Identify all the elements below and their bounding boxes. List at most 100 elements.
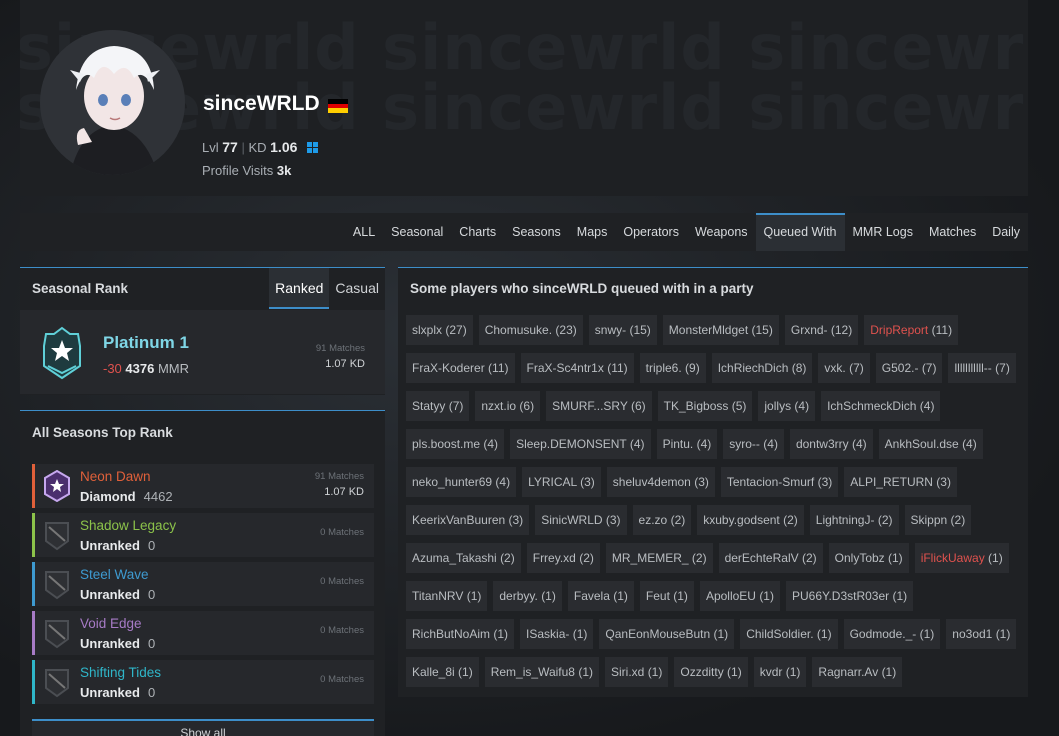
queue-count: (4) xyxy=(962,437,977,451)
player-chip[interactable]: TitanNRV (1) xyxy=(406,581,488,611)
season-stats: 0 Matches xyxy=(320,674,364,685)
player-chip[interactable]: jollys (4) xyxy=(758,391,816,421)
tab-seasonal[interactable]: Seasonal xyxy=(383,213,451,251)
season-row[interactable]: Void Edge Unranked 0 0 Matches xyxy=(32,611,374,655)
germany-flag-icon xyxy=(328,99,348,113)
player-chip[interactable]: Tentacion-Smurf (3) xyxy=(720,467,839,497)
player-chip[interactable]: ChildSoldier. (1) xyxy=(740,619,838,649)
player-chip[interactable]: RichButNoAim (1) xyxy=(406,619,515,649)
player-chip[interactable]: SMURF...SRY (6) xyxy=(546,391,652,421)
player-chip[interactable]: ApolloEU (1) xyxy=(699,581,780,611)
tab-ranked[interactable]: Ranked xyxy=(269,268,330,309)
tab-daily[interactable]: Daily xyxy=(984,213,1028,251)
player-chip[interactable]: Ozzditty (1) xyxy=(674,657,748,687)
current-mmr: -30 4376 MMR xyxy=(103,361,190,376)
player-chip[interactable]: ez.zo (2) xyxy=(632,505,692,535)
player-chip[interactable]: neko_hunter69 (4) xyxy=(406,467,517,497)
player-chip[interactable]: triple6. (9) xyxy=(639,353,706,383)
tab-mmr-logs[interactable]: MMR Logs xyxy=(845,213,921,251)
player-name: MR_MEMER_ xyxy=(611,551,689,565)
player-chip[interactable]: MonsterMldget (15) xyxy=(662,315,779,345)
player-chip[interactable]: IchRiechDich (8) xyxy=(711,353,813,383)
tab-seasons[interactable]: Seasons xyxy=(504,213,569,251)
player-chip[interactable]: lllllllllll-- (7) xyxy=(948,353,1016,383)
player-chip[interactable]: syro-- (4) xyxy=(723,429,784,459)
player-chip[interactable]: Sleep.DEMONSENT (4) xyxy=(510,429,651,459)
player-chip[interactable]: snwy- (15) xyxy=(588,315,657,345)
player-chip[interactable]: PU66Y.D3stR03er (1) xyxy=(785,581,914,611)
player-chip[interactable]: QanEonMouseButn (1) xyxy=(599,619,735,649)
player-name: ApolloEU xyxy=(705,589,756,603)
player-chip[interactable]: Pintu. (4) xyxy=(656,429,718,459)
player-chip[interactable]: MR_MEMER_ (2) xyxy=(605,543,713,573)
player-chip[interactable]: no3od1 (1) xyxy=(946,619,1017,649)
player-chip[interactable]: Grxnd- (12) xyxy=(784,315,859,345)
player-chip[interactable]: derEchteRalV (2) xyxy=(718,543,823,573)
player-name: no3od1 xyxy=(952,627,993,641)
player-name: Statyy xyxy=(412,399,446,413)
player-name: derEchteRalV xyxy=(724,551,799,565)
player-name: FraX-Sc4ntr1x xyxy=(526,361,604,375)
queue-count: (23) xyxy=(555,323,577,337)
player-chip[interactable]: derbyy. (1) xyxy=(493,581,562,611)
player-chip[interactable]: OnlyTobz (1) xyxy=(828,543,909,573)
player-chip[interactable]: sheluv4demon (3) xyxy=(606,467,715,497)
tab-queued-with[interactable]: Queued With xyxy=(755,213,845,251)
tab-casual[interactable]: Casual xyxy=(329,268,385,309)
player-chip[interactable]: KeerixVanBuuren (3) xyxy=(406,505,530,535)
player-chip[interactable]: Feut (1) xyxy=(639,581,694,611)
player-chip[interactable]: Godmode._- (1) xyxy=(843,619,941,649)
player-chip[interactable]: dontw3rry (4) xyxy=(789,429,873,459)
player-chip[interactable]: DripReport (11) xyxy=(864,315,959,345)
player-chip[interactable]: Favela (1) xyxy=(567,581,634,611)
tab-matches[interactable]: Matches xyxy=(921,213,984,251)
player-chip[interactable]: TK_Bigboss (5) xyxy=(657,391,753,421)
season-row[interactable]: Shadow Legacy Unranked 0 0 Matches xyxy=(32,513,374,557)
player-name: IchRiechDich xyxy=(717,361,789,375)
player-chip[interactable]: kvdr (1) xyxy=(753,657,807,687)
season-row[interactable]: Steel Wave Unranked 0 0 Matches xyxy=(32,562,374,606)
player-chip[interactable]: IchSchmeckDich (4) xyxy=(821,391,941,421)
season-stats: 91 Matches 1.07 KD xyxy=(314,471,364,498)
tab-operators[interactable]: Operators xyxy=(615,213,687,251)
avatar xyxy=(40,30,185,175)
player-chip[interactable]: Frrey.xd (2) xyxy=(526,543,600,573)
queue-count: (1) xyxy=(995,627,1011,641)
player-chip[interactable]: AnkhSoul.dse (4) xyxy=(878,429,983,459)
player-chip[interactable]: Skippn (2) xyxy=(904,505,972,535)
player-chip[interactable]: FraX-Sc4ntr1x (11) xyxy=(520,353,634,383)
player-chip[interactable]: G502.- (7) xyxy=(875,353,943,383)
player-chip[interactable]: Azuma_Takashi (2) xyxy=(406,543,521,573)
player-chip[interactable]: nzxt.io (6) xyxy=(475,391,541,421)
player-chip[interactable]: kxuby.godsent (2) xyxy=(697,505,804,535)
show-all-button[interactable]: Show all xyxy=(32,719,374,736)
player-chip[interactable]: Ragnarr.Av (1) xyxy=(812,657,903,687)
player-chip[interactable]: LYRICAL (3) xyxy=(522,467,601,497)
player-name: kxuby.godsent xyxy=(703,513,780,527)
tab-maps[interactable]: Maps xyxy=(569,213,616,251)
player-chip[interactable]: Statyy (7) xyxy=(406,391,470,421)
player-name: Ozzditty xyxy=(680,665,724,679)
panel-title: Seasonal Rank xyxy=(32,281,129,296)
season-row[interactable]: Shifting Tides Unranked 0 0 Matches xyxy=(32,660,374,704)
season-row[interactable]: Neon Dawn Diamond 4462 91 Matches 1.07 KD xyxy=(32,464,374,508)
player-chip[interactable]: iFlickUaway (1) xyxy=(914,543,1009,573)
tab-all[interactable]: ALL xyxy=(345,213,383,251)
player-chip[interactable]: vxk. (7) xyxy=(818,353,870,383)
player-chip[interactable]: Kalle_8i (1) xyxy=(406,657,479,687)
tab-charts[interactable]: Charts xyxy=(451,213,504,251)
player-chip[interactable]: Rem_is_Waifu8 (1) xyxy=(484,657,599,687)
player-chip[interactable]: Siri.xd (1) xyxy=(605,657,669,687)
queue-count: (1) xyxy=(816,627,832,641)
player-chip[interactable]: LightningJ- (2) xyxy=(809,505,899,535)
player-chip[interactable]: slxplx (27) xyxy=(406,315,473,345)
player-chip[interactable]: pls.boost.me (4) xyxy=(406,429,505,459)
tab-weapons[interactable]: Weapons xyxy=(687,213,756,251)
player-chip[interactable]: ISaskia- (1) xyxy=(520,619,594,649)
player-chip[interactable]: SinicWRLD (3) xyxy=(535,505,627,535)
player-chip[interactable]: Chomusuke. (23) xyxy=(478,315,583,345)
queue-count: (4) xyxy=(495,475,511,489)
player-name: Grxnd- xyxy=(790,323,828,337)
player-chip[interactable]: ALPI_RETURN (3) xyxy=(844,467,957,497)
player-chip[interactable]: FraX-Koderer (11) xyxy=(406,353,515,383)
